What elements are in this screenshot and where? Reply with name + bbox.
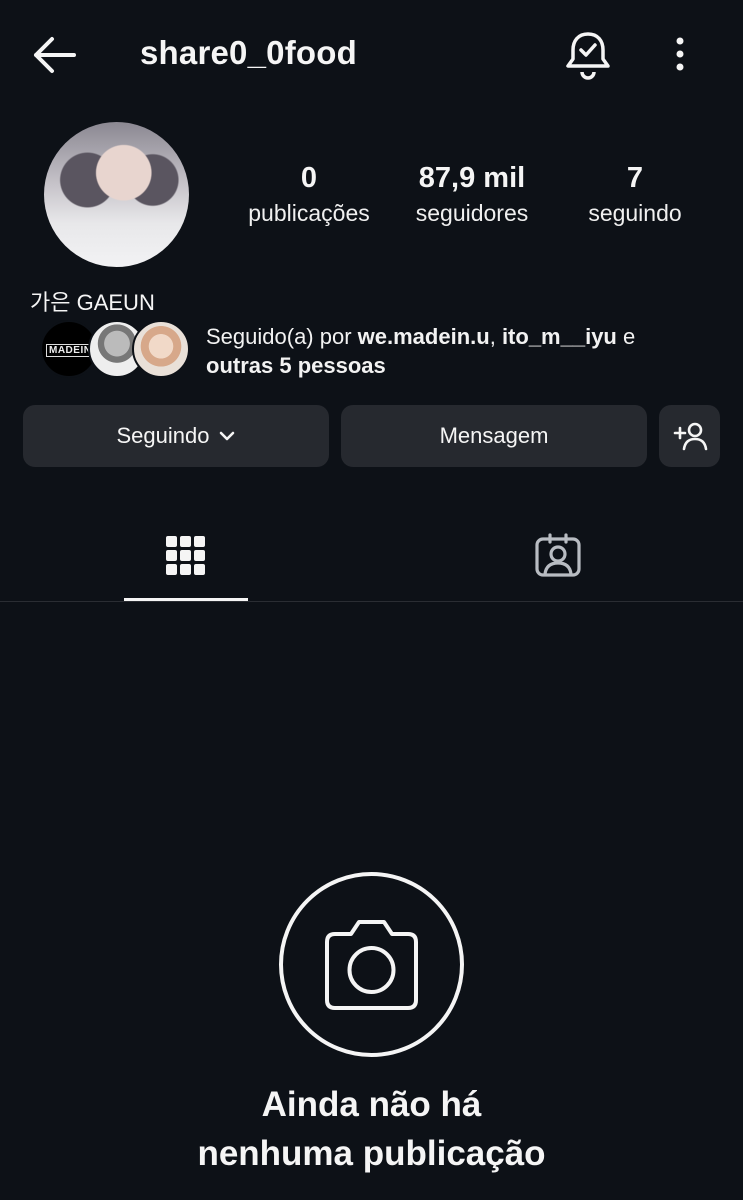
tab-posts-grid[interactable] bbox=[124, 520, 248, 602]
arrow-left-icon bbox=[34, 37, 76, 73]
following-button-label: Seguindo bbox=[116, 423, 210, 448]
follower-avatar bbox=[132, 320, 190, 378]
followed-by-row[interactable]: MADEIN Seguido(a) por we.madein.u, ito_m… bbox=[40, 320, 720, 382]
grid-icon bbox=[166, 536, 205, 575]
top-bar: share0_0food bbox=[0, 0, 743, 110]
stat-following-label: seguindo bbox=[588, 200, 682, 226]
tab-tagged[interactable] bbox=[496, 520, 620, 602]
suggest-users-button[interactable] bbox=[659, 405, 720, 467]
stat-followers-label: seguidores bbox=[415, 200, 529, 226]
followed-by-user-1: we.madein.u bbox=[357, 324, 490, 349]
empty-state-icon-circle bbox=[279, 872, 464, 1057]
notifications-button[interactable] bbox=[563, 28, 613, 80]
stat-posts-value: 0 bbox=[300, 162, 318, 194]
stat-followers-value: 87,9 mil bbox=[418, 162, 526, 194]
followed-by-others: outras 5 pessoas bbox=[206, 353, 386, 378]
stat-following[interactable]: 7 seguindo bbox=[582, 160, 688, 230]
display-name: 가은 GAEUN bbox=[30, 290, 155, 315]
chevron-down-icon bbox=[220, 431, 235, 441]
profile-username: share0_0food bbox=[140, 34, 357, 71]
more-options-button[interactable] bbox=[664, 34, 696, 76]
tagged-person-icon bbox=[535, 533, 581, 577]
message-button[interactable]: Mensagem bbox=[341, 405, 647, 467]
more-vertical-icon bbox=[676, 37, 684, 71]
followed-by-user-2: ito_m__iyu bbox=[501, 324, 617, 349]
active-tab-indicator bbox=[124, 598, 248, 601]
stat-following-value: 7 bbox=[626, 162, 644, 194]
back-button[interactable] bbox=[28, 32, 82, 78]
stat-followers[interactable]: 87,9 mil seguidores bbox=[410, 160, 534, 230]
message-button-label: Mensagem bbox=[439, 423, 549, 448]
camera-icon bbox=[325, 920, 418, 1010]
stat-posts[interactable]: 0 publicações bbox=[243, 160, 375, 230]
add-user-icon bbox=[673, 422, 707, 451]
bell-check-icon bbox=[566, 32, 610, 80]
stat-posts-label: publicações bbox=[248, 200, 370, 226]
followed-by-text: Seguido(a) por we.madein.u, ito_m__iyu e… bbox=[206, 324, 636, 378]
empty-state-line-2: nenhuma publicação bbox=[197, 1134, 546, 1173]
empty-state-message: Ainda não há nenhuma publicação bbox=[0, 1080, 743, 1178]
profile-avatar[interactable] bbox=[44, 122, 189, 267]
following-button[interactable]: Seguindo bbox=[23, 405, 329, 467]
profile-tabs bbox=[0, 520, 743, 602]
empty-state-line-1: Ainda não há bbox=[261, 1085, 482, 1124]
